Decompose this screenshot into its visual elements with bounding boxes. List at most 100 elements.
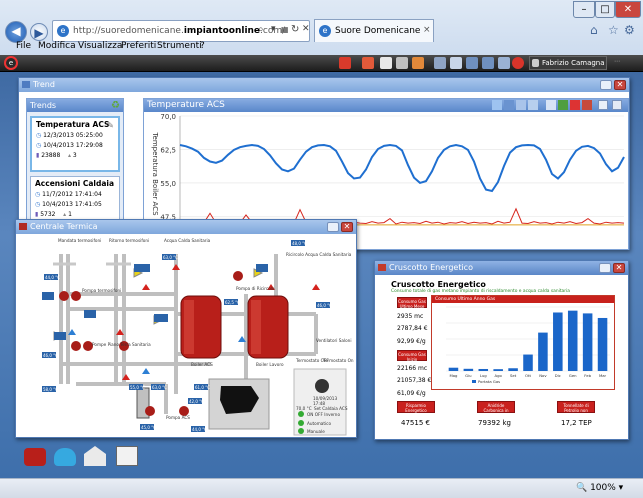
toolbar-chart-icon[interactable] (498, 57, 510, 69)
pump-icon[interactable] (233, 271, 243, 281)
forward-button[interactable]: ▶ (30, 23, 48, 41)
search-icon[interactable]: ⌕ (258, 24, 264, 35)
gas-bar[interactable] (553, 312, 563, 371)
zoom-icon[interactable] (504, 100, 514, 110)
centrale-title-bar[interactable]: Centrale Termica (16, 220, 356, 234)
bar-month-label: Set (510, 373, 517, 378)
gas-bar[interactable] (567, 310, 578, 371)
sensor-display (84, 310, 96, 318)
co2-button[interactable]: Anidride Carbonica in meno prodotta (477, 401, 515, 418)
minimize-button[interactable]: – (573, 1, 595, 18)
trend-item[interactable]: Temperatura ACS ✎ ◷ 12/3/2013 05:25:00 ◷… (30, 116, 120, 172)
gas-bar[interactable] (538, 332, 548, 371)
favorites-star-icon[interactable]: ☆ (608, 23, 619, 37)
gas-bar[interactable] (597, 317, 608, 371)
panel-status-auto: Automatico (307, 421, 331, 426)
export-icon[interactable] (612, 100, 622, 110)
pdf-icon[interactable] (582, 100, 592, 110)
clock-icon: ◷ (35, 191, 41, 198)
compatibility-icon[interactable]: ▦ (281, 25, 289, 34)
gas-bar[interactable] (523, 354, 533, 371)
menu-help[interactable]: ? (200, 41, 205, 51)
panel-status-on-off: ON OFF Inverno (307, 412, 340, 417)
maximize-button[interactable]: □ (595, 1, 615, 18)
menu-modifica[interactable]: Modifica (38, 41, 76, 51)
risparmio-button[interactable]: Risparmio Energetico Ottenuto (397, 401, 435, 418)
refresh-trends-icon[interactable]: ♻ (111, 100, 120, 111)
y-tick-label: 62,5 (160, 146, 176, 154)
stop-icon[interactable]: ✕ (302, 24, 310, 34)
trend-maximize-button[interactable] (600, 80, 612, 90)
tab-close-icon[interactable]: × (423, 25, 431, 35)
toolbar-power-icon[interactable] (512, 57, 524, 69)
home-icon[interactable]: ⌂ (590, 23, 598, 37)
temp-label: 55,0 °C (130, 385, 145, 390)
taskbar-document-icon[interactable] (116, 446, 138, 466)
zoom-out-icon[interactable] (516, 100, 526, 110)
address-bar[interactable]: e http://suoredomenicane.impiantoonline.… (52, 20, 310, 42)
pump-icon[interactable] (71, 341, 81, 351)
menu-visualizza[interactable]: Visualizza (78, 41, 122, 51)
gas-bar[interactable] (582, 313, 593, 371)
gas-bar[interactable] (493, 369, 503, 371)
menu-file[interactable]: File (16, 41, 31, 51)
taskbar-tank-icon[interactable] (54, 448, 76, 466)
excel-icon[interactable] (558, 100, 568, 110)
centrale-close-button[interactable]: ✕ (341, 222, 353, 232)
config-icon[interactable] (598, 100, 608, 110)
gas-bar[interactable] (508, 368, 518, 371)
toolbar-grid-icon[interactable] (450, 57, 462, 69)
taskbar-house-icon[interactable] (84, 446, 106, 466)
dropdown-icon[interactable]: ▾ (271, 24, 276, 34)
toolbar-page-icon[interactable] (380, 57, 392, 69)
tools-gear-icon[interactable]: ⚙ (624, 23, 635, 37)
tab-suore-domenicane[interactable]: e Suore Domenicane × (314, 19, 434, 42)
print-icon[interactable] (546, 100, 556, 110)
zoom-control[interactable]: 🔍 100% ▾ (576, 483, 623, 493)
cruscotto-window-icon (378, 264, 386, 271)
toolbar-books-icon[interactable] (412, 57, 424, 69)
pump-icon[interactable] (71, 291, 81, 301)
gas-bar-chart[interactable]: Mag Giu Lug Ago Set Ott Nov Dic Gen Feb Mar Portata… (432, 303, 614, 389)
temp-label: 46,0 °C (43, 353, 58, 358)
consumo-ultimo-mese-button[interactable]: Consumo Gas Ultimo Mese (397, 297, 427, 309)
toolbar-more-icon[interactable]: ⋯ (614, 58, 620, 65)
pump-icon[interactable] (145, 406, 155, 416)
toolbar-play-icon[interactable] (339, 57, 351, 69)
select-icon[interactable] (528, 100, 538, 110)
control-knob[interactable] (315, 379, 329, 393)
toolbar-document-icon[interactable] (362, 57, 374, 69)
refresh-icon[interactable]: ↻ (291, 24, 299, 35)
toolbar-windows-icon[interactable] (434, 57, 446, 69)
menu-preferiti[interactable]: Preferiti (121, 41, 156, 51)
toolbar-monitor-icon[interactable] (466, 57, 478, 69)
trend-settings-icon[interactable]: ✎ (107, 121, 114, 130)
gas-bar[interactable] (478, 368, 489, 371)
tep-button[interactable]: Tonnellate di Petrolio non bruciate (557, 401, 595, 418)
cruscotto-close-button[interactable]: ✕ (613, 263, 625, 273)
flow-arrow-icon (142, 368, 150, 374)
status-led-manual (298, 428, 304, 434)
pan-icon[interactable] (492, 100, 502, 110)
y-axis-label: Temperatura Boiler ACS (151, 131, 159, 216)
trend-value: 3 (72, 152, 77, 159)
back-button[interactable]: ◀ (5, 21, 27, 43)
gas-bar[interactable] (448, 367, 459, 371)
trend-close-button[interactable]: ✕ (614, 80, 626, 90)
delete-icon[interactable] (570, 100, 580, 110)
trend-title-bar[interactable]: Trend (19, 78, 629, 92)
menu-strumenti[interactable]: Strumenti (157, 41, 202, 51)
label-mandata: Mandata termosifoni (58, 238, 101, 243)
centrale-maximize-button[interactable] (327, 222, 339, 232)
cruscotto-maximize-button[interactable] (599, 263, 611, 273)
window-close-button[interactable]: ✕ (615, 1, 641, 18)
toolbar-tools-icon[interactable] (396, 57, 408, 69)
cruscotto-title-bar[interactable]: Cruscotto Energetico (375, 261, 628, 275)
user-badge[interactable]: Fabrizio Camagna (529, 56, 607, 70)
toolbar-display-icon[interactable] (482, 57, 494, 69)
pump-icon[interactable] (59, 291, 69, 301)
consumo-inizio-anno-button[interactable]: Consumo Gas Inizio dell'Anno (397, 350, 427, 367)
gas-bar[interactable] (463, 368, 474, 371)
taskbar-boiler-icon[interactable] (24, 448, 46, 466)
menu-bar: File Modifica Visualizza Preferiti Strum… (0, 41, 643, 55)
